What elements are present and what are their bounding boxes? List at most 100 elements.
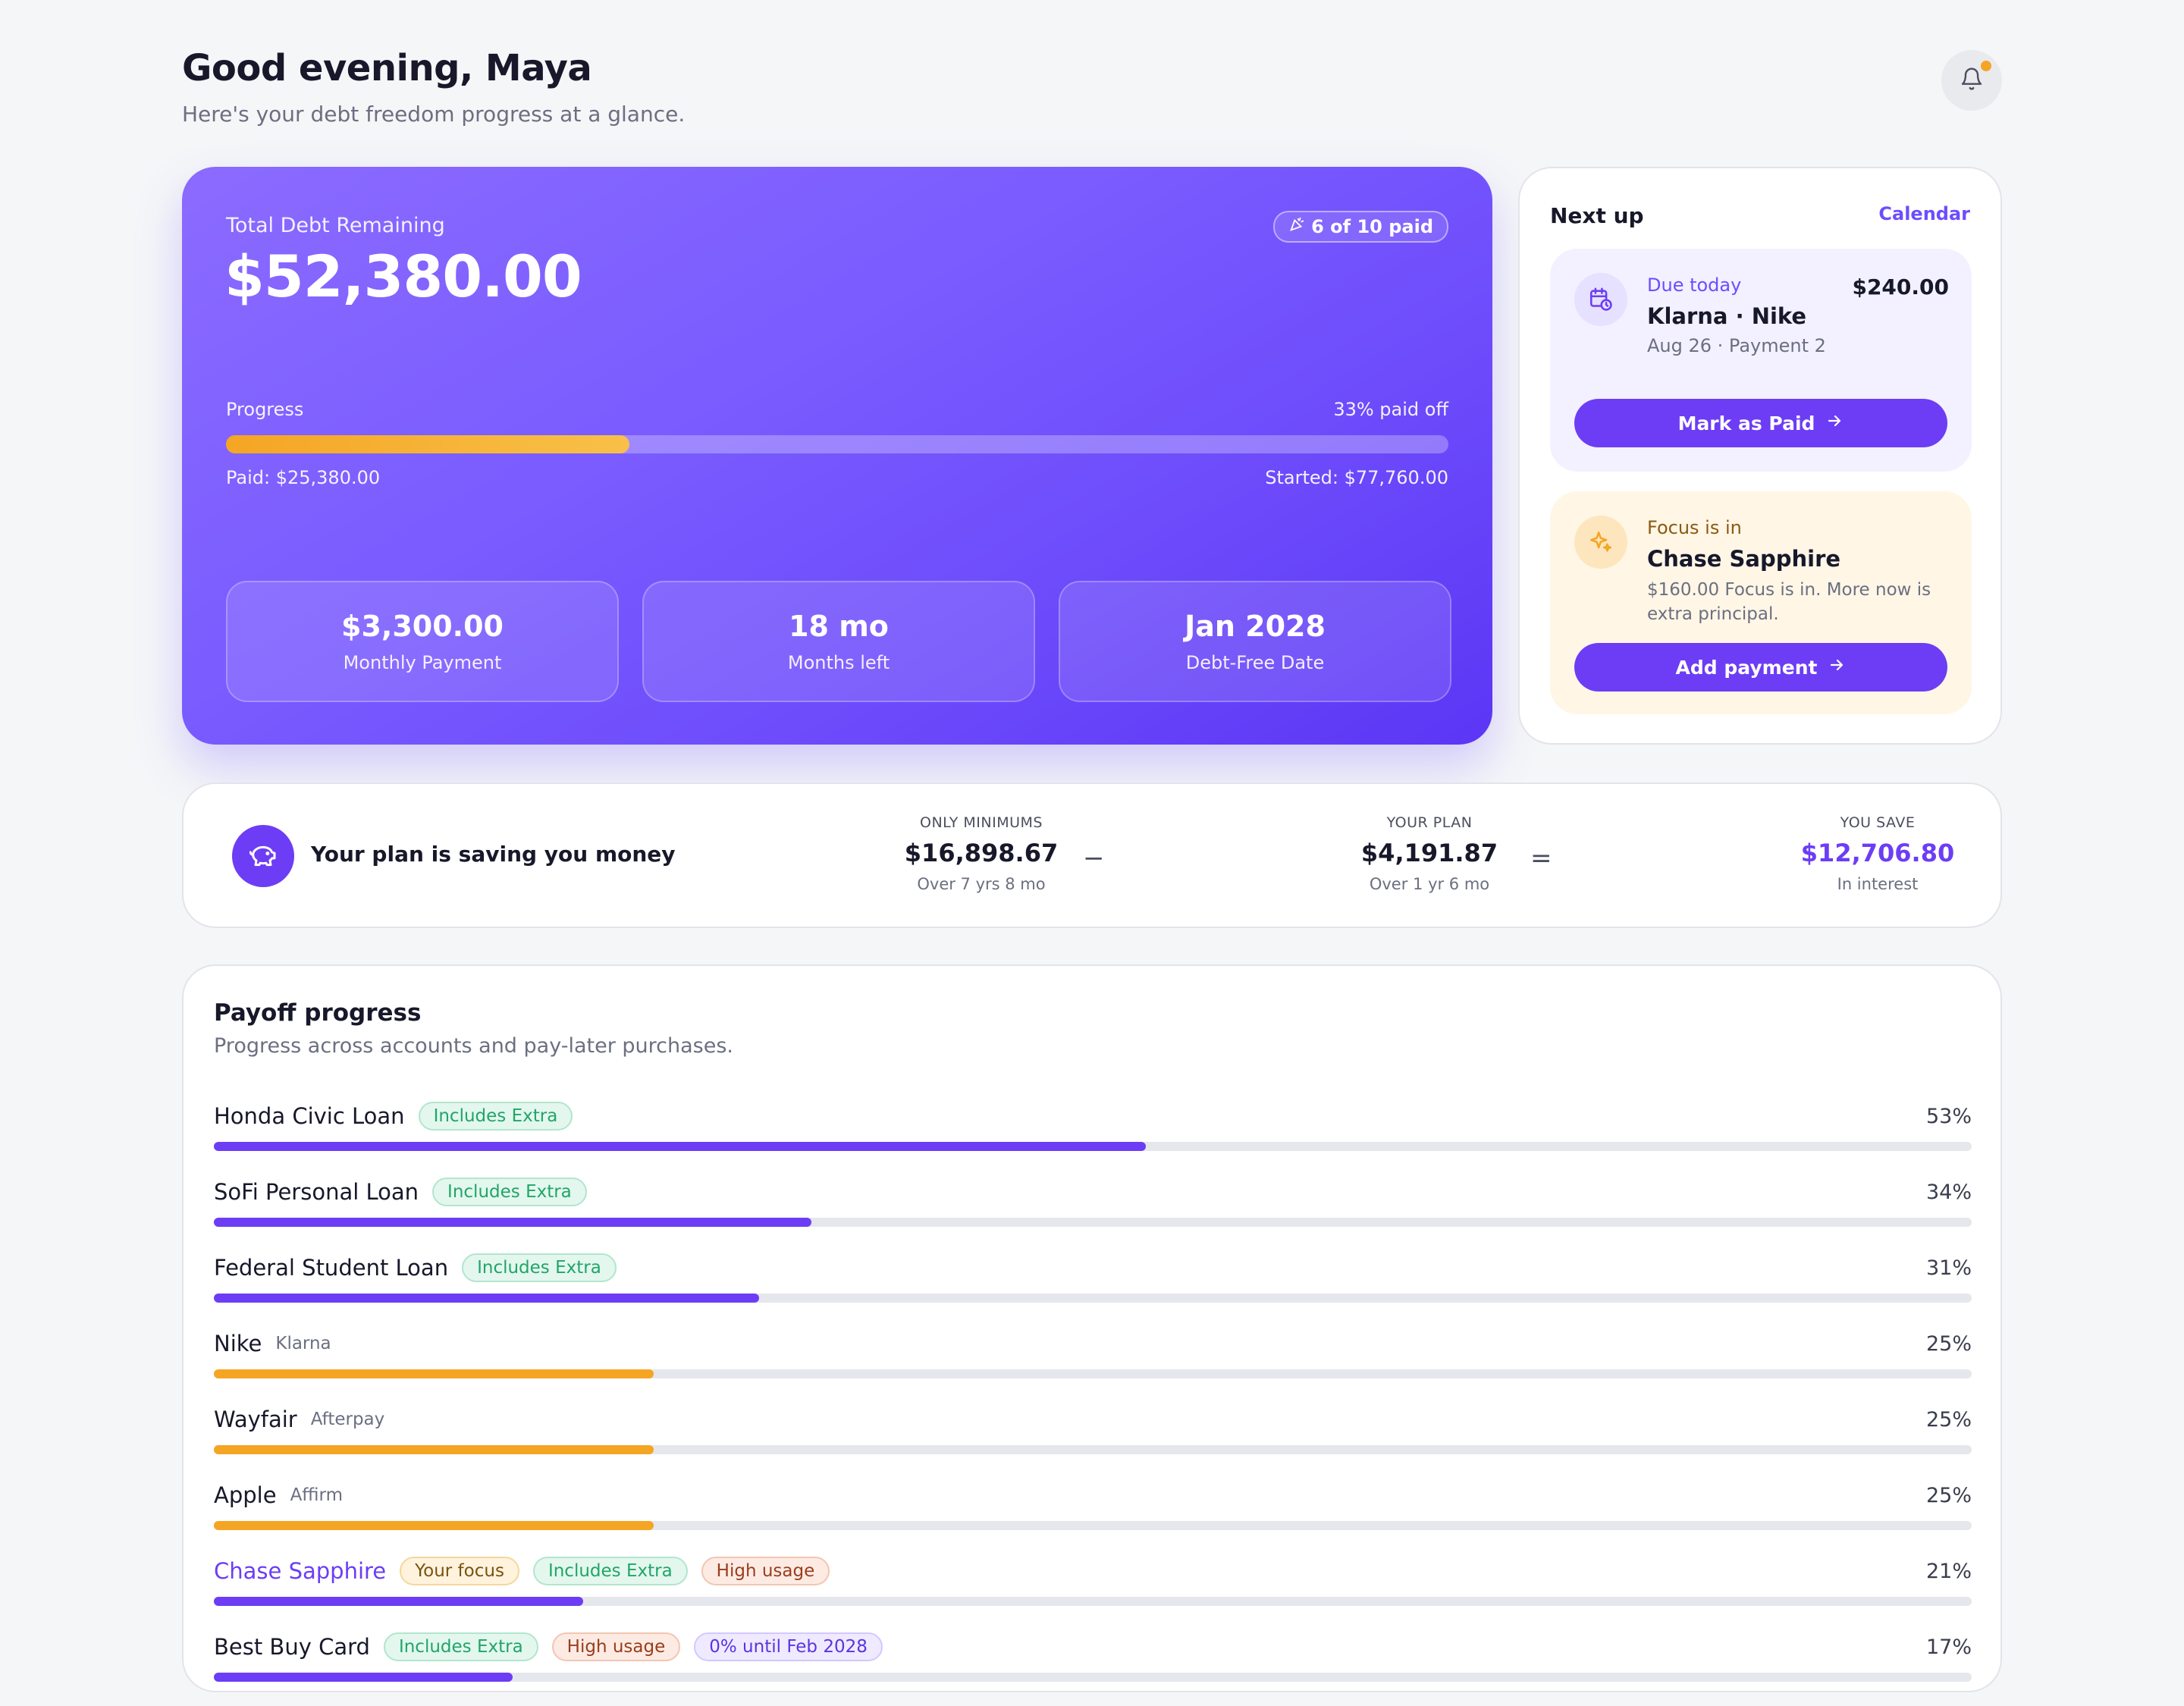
payoff-percent: 21% [1925, 1559, 1972, 1583]
payoff-progress-fill [214, 1673, 513, 1682]
payoff-row[interactable]: Chase Sapphire Your focus Includes Extra Hi… [214, 1554, 1972, 1630]
account-name: Honda Civic Loan [214, 1103, 405, 1129]
payoff-row[interactable]: Apple Affirm 25% [214, 1479, 1972, 1554]
calendar-link[interactable]: Calendar [1878, 203, 1970, 224]
paid-count-badge: 6 of 10 paid [1273, 211, 1448, 243]
arrow-right-icon [1825, 412, 1844, 434]
payoff-progress-bar [214, 1218, 1972, 1227]
only-minimums-caption: ONLY MINIMUMS [920, 814, 1043, 831]
your-plan-column: YOUR PLAN $4,191.87 Over 1 yr 6 mo [1316, 814, 1543, 893]
stat-value: 18 mo [789, 610, 889, 643]
only-minimums-column: ONLY MINIMUMS $16,898.67 Over 7 yrs 8 mo [868, 814, 1095, 893]
total-debt-card: Total Debt Remaining $52,380.00 6 of 10 … [182, 167, 1492, 745]
account-name: Best Buy Card [214, 1634, 370, 1660]
only-minimums-note: Over 7 yrs 8 mo [917, 875, 1046, 893]
only-minimums-value: $16,898.67 [904, 839, 1059, 867]
total-debt-label: Total Debt Remaining [226, 214, 445, 237]
your-plan-value: $4,191.87 [1360, 839, 1498, 867]
payoff-progress-fill [214, 1218, 812, 1227]
account-name: Apple [214, 1482, 277, 1508]
minus-sign: − [1083, 843, 1105, 873]
savings-summary: Your plan is saving you money ONLY MINIM… [182, 782, 2002, 928]
you-save-caption: YOU SAVE [1840, 814, 1916, 831]
notifications-button[interactable] [1941, 50, 2002, 111]
calendar-clock-icon [1574, 273, 1627, 326]
you-save-value: $12,706.80 [1800, 839, 1955, 867]
account-name: Wayfair [214, 1407, 297, 1432]
provider-name: Affirm [290, 1485, 343, 1505]
payoff-row[interactable]: Federal Student Loan Includes Extra 31% [214, 1251, 1972, 1327]
add-payment-label: Add payment [1675, 656, 1818, 679]
debt-free-date-stat: Jan 2028 Debt-Free Date [1059, 581, 1451, 702]
months-left-stat: 18 mo Months left [642, 581, 1035, 702]
payoff-row[interactable]: Best Buy Card Includes Extra High usage 0% … [214, 1630, 1972, 1706]
notification-dot [1981, 61, 1991, 71]
payoff-percent: 53% [1925, 1104, 1972, 1128]
payoff-percent: 25% [1925, 1407, 1972, 1432]
payoff-percent: 17% [1925, 1635, 1972, 1659]
payoff-row-header: SoFi Personal Loan Includes Extra [214, 1175, 587, 1209]
payoff-progress-fill [214, 1294, 759, 1303]
payoff-progress-bar [214, 1521, 1972, 1530]
debt-progress-fill [226, 435, 629, 453]
status-badge: Your focus [400, 1557, 519, 1585]
stat-value: Jan 2028 [1185, 610, 1326, 643]
payoff-progress-bar [214, 1445, 1972, 1454]
payoff-progress-fill [214, 1445, 654, 1454]
due-payment-name: Klarna · Nike [1647, 303, 1807, 329]
progress-percent: 33% paid off [1333, 399, 1448, 420]
payoff-row-header: Honda Civic Loan Includes Extra [214, 1099, 573, 1133]
status-badge: Includes Extra [462, 1253, 617, 1282]
payoff-progress-bar [214, 1673, 1972, 1682]
mark-as-paid-button[interactable]: Mark as Paid [1574, 399, 1947, 447]
payoff-row[interactable]: Honda Civic Loan Includes Extra 53% [214, 1099, 1972, 1175]
payoff-row[interactable]: Nike Klarna 25% [214, 1327, 1972, 1403]
started-amount: Started: $77,760.00 [1265, 467, 1448, 488]
payoff-row[interactable]: Wayfair Afterpay 25% [214, 1403, 1972, 1479]
status-badge: High usage [551, 1632, 681, 1661]
account-name: Chase Sapphire [214, 1558, 387, 1584]
sparkles-icon [1574, 516, 1627, 569]
due-today-card: Due today Klarna · Nike Aug 26 · Payment… [1550, 249, 1972, 472]
stat-label: Monthly Payment [343, 652, 502, 673]
status-badge: High usage [701, 1557, 830, 1585]
progress-label: Progress [226, 399, 304, 420]
focus-tag: Focus is in [1647, 517, 1742, 538]
due-payment-meta: Aug 26 · Payment 2 [1647, 335, 1826, 356]
payoff-progress-title: Payoff progress [214, 999, 422, 1027]
payoff-progress-fill [214, 1142, 1146, 1151]
status-badge: Includes Extra [383, 1632, 538, 1661]
arrow-right-icon [1828, 656, 1846, 679]
status-badge: Includes Extra [418, 1102, 573, 1131]
account-name: SoFi Personal Loan [214, 1179, 419, 1205]
status-badge: 0% until Feb 2028 [694, 1632, 883, 1661]
payoff-row-header: Apple Affirm [214, 1479, 343, 1512]
payoff-row-header: Chase Sapphire Your focus Includes Extra Hi… [214, 1554, 830, 1588]
page-subtitle: Here's your debt freedom progress at a g… [182, 102, 686, 127]
add-payment-button[interactable]: Add payment [1574, 643, 1947, 691]
payoff-progress-fill [214, 1369, 654, 1378]
debt-progress-bar [226, 435, 1448, 453]
payoff-percent: 25% [1925, 1483, 1972, 1507]
account-name: Federal Student Loan [214, 1255, 449, 1281]
payoff-percent: 25% [1925, 1331, 1972, 1356]
you-save-column: YOU SAVE $12,706.80 In interest [1764, 814, 1991, 893]
next-up-card: Next up Calendar Due today Klarna · Nike… [1518, 167, 2002, 745]
provider-name: Afterpay [310, 1410, 385, 1429]
status-badge: Includes Extra [532, 1557, 688, 1585]
payoff-row-header: Federal Student Loan Includes Extra [214, 1251, 617, 1284]
page-title: Good evening, Maya [182, 47, 592, 89]
mark-as-paid-label: Mark as Paid [1677, 412, 1815, 434]
you-save-note: In interest [1837, 875, 1919, 893]
due-today-tag: Due today [1647, 274, 1742, 296]
party-icon [1288, 216, 1305, 237]
stat-label: Debt-Free Date [1185, 652, 1325, 673]
payoff-progress-bar [214, 1142, 1972, 1151]
your-plan-caption: YOUR PLAN [1386, 814, 1473, 831]
paid-count-text: 6 of 10 paid [1311, 216, 1433, 237]
payoff-percent: 34% [1925, 1180, 1972, 1204]
piggy-bank-icon [232, 825, 294, 887]
payoff-progress-bar [214, 1597, 1972, 1606]
monthly-payment-stat: $3,300.00 Monthly Payment [226, 581, 619, 702]
payoff-row[interactable]: SoFi Personal Loan Includes Extra 34% [214, 1175, 1972, 1251]
